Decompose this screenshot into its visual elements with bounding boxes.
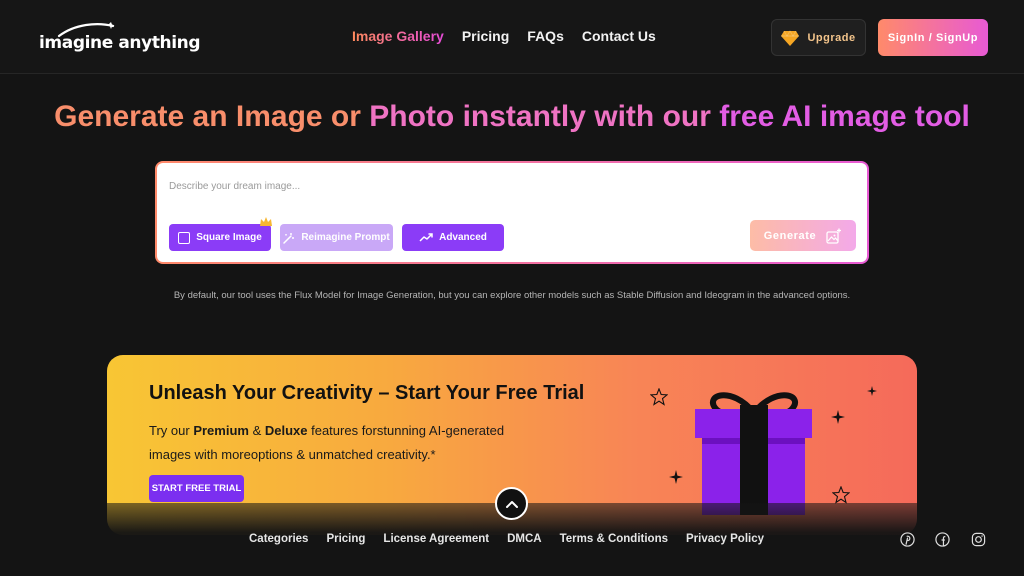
chevron-up-icon (505, 500, 518, 508)
footer-link-license-agreement[interactable]: License Agreement (383, 533, 489, 545)
nav-image-gallery[interactable]: Image Gallery (352, 28, 444, 44)
model-info-text: By default, our tool uses the Flux Model… (173, 290, 851, 301)
promo-deluxe: Deluxe (264, 423, 308, 438)
generate-button[interactable]: Generate (750, 220, 856, 251)
hero-title-part2: Photo instantly with our (369, 100, 720, 133)
prompt-box-inner: Square Image Reimagine Prompt Advanced G… (157, 163, 867, 262)
star-solid-left-icon (669, 470, 683, 484)
start-free-trial-button[interactable]: START FREE TRIAL (149, 475, 244, 502)
main-nav: Image Gallery Pricing FAQs Contact Us (352, 28, 656, 44)
scroll-to-top-button[interactable] (495, 487, 528, 520)
star-solid-icon (831, 410, 845, 424)
logo-text: imagine anything (39, 33, 201, 53)
hero-title: Generate an Image or Photo instantly wit… (0, 100, 1024, 134)
footer-link-terms[interactable]: Terms & Conditions (560, 533, 668, 545)
footer-link-categories[interactable]: Categories (249, 533, 308, 545)
square-image-label: Square Image (196, 232, 262, 243)
promo-description: Try our Premium & Deluxe features forstu… (149, 419, 549, 467)
prompt-box: Square Image Reimagine Prompt Advanced G… (155, 161, 869, 264)
star-outline-icon (650, 388, 668, 406)
promo-title: Unleash Your Creativity – Start Your Fre… (149, 382, 585, 404)
promo-desc-prefix: Try our (149, 423, 194, 438)
star-outline-bottom-icon (832, 486, 850, 504)
nav-pricing[interactable]: Pricing (462, 28, 509, 44)
crown-icon (260, 217, 272, 226)
nav-contact-us[interactable]: Contact Us (582, 28, 656, 44)
footer-link-pricing[interactable]: Pricing (326, 533, 365, 545)
gift-box-icon (695, 392, 812, 515)
gem-icon (781, 29, 800, 46)
upgrade-button[interactable]: Upgrade (771, 19, 866, 56)
magic-wand-icon (283, 232, 295, 244)
generate-label: Generate (763, 229, 817, 242)
instagram-icon[interactable] (971, 532, 986, 547)
site-logo[interactable]: imagine anything (39, 22, 201, 56)
nav-faqs[interactable]: FAQs (527, 28, 564, 44)
upgrade-label: Upgrade (807, 31, 856, 44)
promo-amp: & (248, 423, 265, 438)
promo-premium: Premium (193, 423, 249, 438)
square-checkbox[interactable] (178, 231, 191, 244)
hero-title-part3: free AI image tool (719, 100, 970, 133)
square-image-button[interactable]: Square Image (169, 217, 272, 251)
reimagine-prompt-label: Reimagine Prompt (301, 232, 390, 243)
hero-title-part1: Generate an Image or (54, 100, 370, 133)
facebook-icon[interactable] (935, 532, 950, 547)
reimagine-prompt-button[interactable]: Reimagine Prompt (280, 224, 393, 251)
footer-link-privacy[interactable]: Privacy Policy (686, 533, 764, 545)
signin-signup-button[interactable]: SignIn / SignUp (878, 19, 988, 56)
advanced-label: Advanced (439, 232, 487, 243)
pinterest-icon[interactable] (900, 532, 915, 547)
image-sparkle-icon (826, 228, 842, 244)
advanced-button[interactable]: Advanced (402, 224, 504, 251)
footer-link-dmca[interactable]: DMCA (507, 533, 542, 545)
footer-links: Categories Pricing License Agreement DMC… (249, 533, 764, 545)
star-solid-small-icon (867, 386, 877, 396)
site-header: imagine anything Image Gallery Pricing F… (0, 0, 1024, 74)
prompt-input[interactable] (169, 177, 729, 195)
trend-up-icon (419, 232, 433, 242)
